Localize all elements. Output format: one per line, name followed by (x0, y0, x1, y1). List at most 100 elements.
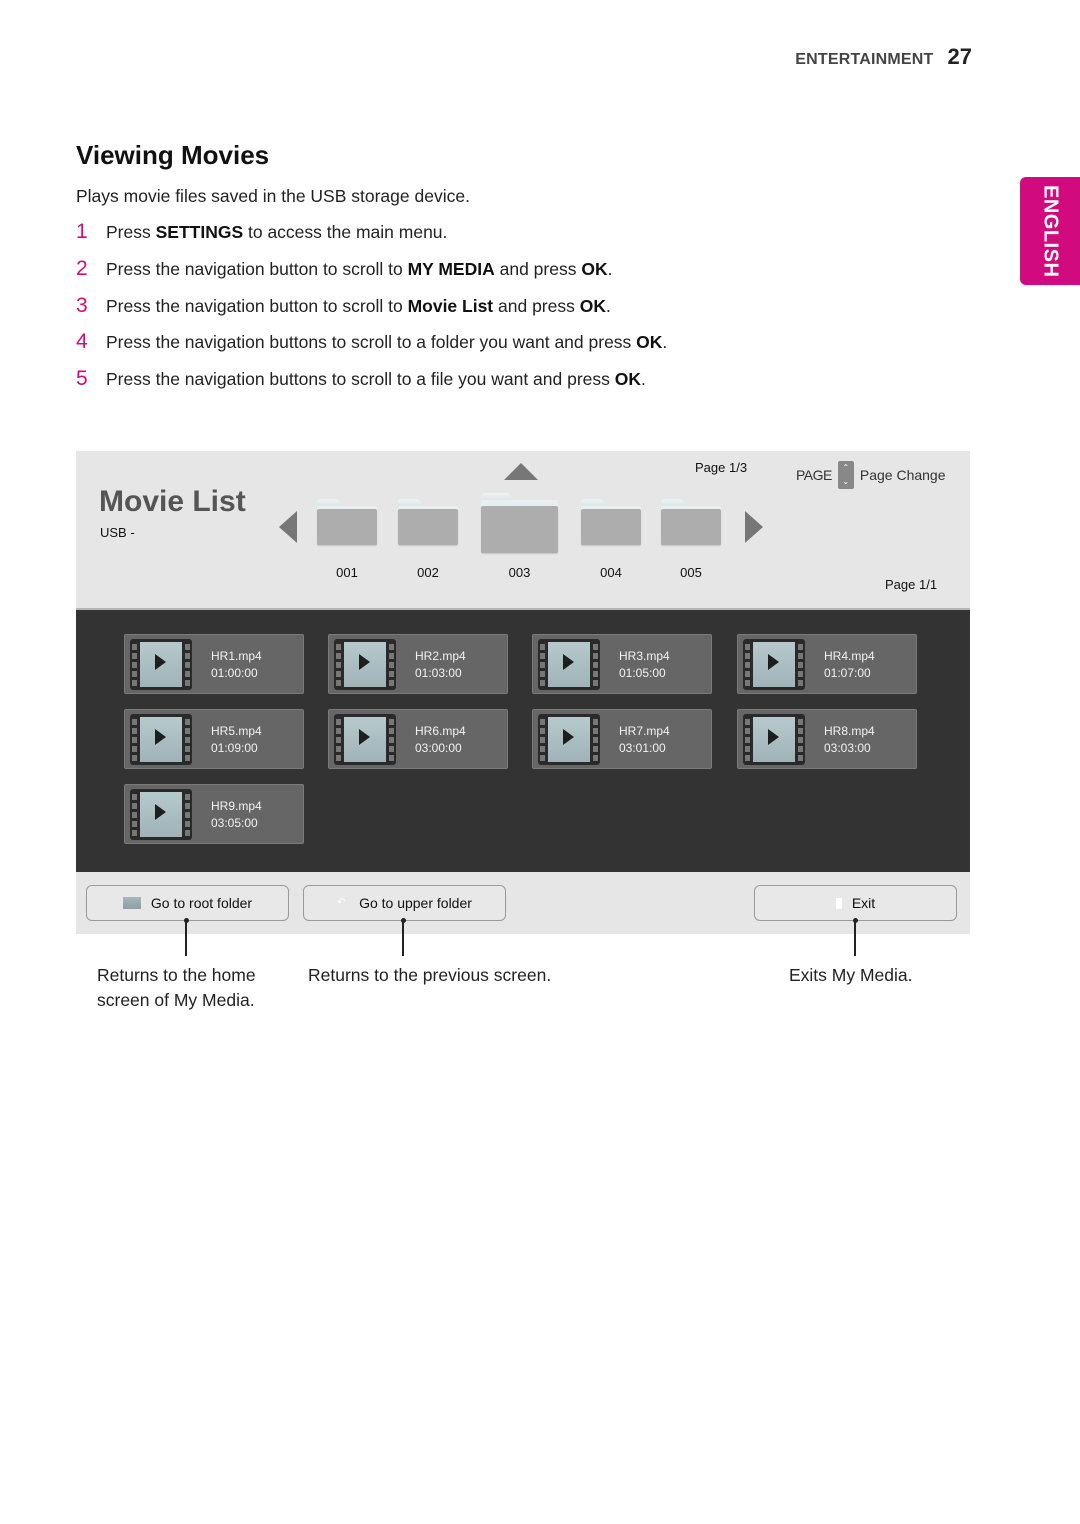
movie-thumbnail-icon (538, 639, 600, 690)
step-item: 1 Press SETTINGS to access the main menu. (76, 220, 667, 257)
callout-line (402, 920, 404, 956)
step-fragment: Press the navigation buttons to scroll t… (106, 369, 615, 390)
step-keyword: OK (636, 332, 663, 353)
movie-thumbnail-icon (743, 714, 805, 765)
file-duration: 03:00:00 (415, 741, 462, 755)
folder-page-indicator: Page 1/3 (695, 460, 748, 475)
file-name: HR1.mp4 (211, 649, 262, 663)
file-item[interactable]: HR9.mp4 03:05:00 (124, 784, 304, 844)
file-name: HR2.mp4 (415, 649, 466, 663)
step-text: Press the navigation button to scroll to… (106, 259, 612, 280)
movie-thumbnail-icon (743, 639, 805, 690)
file-item[interactable]: HR6.mp4 03:00:00 (328, 709, 508, 769)
file-name: HR9.mp4 (211, 799, 262, 813)
step-text: Press the navigation button to scroll to… (106, 296, 611, 317)
page-title: Viewing Movies (76, 140, 270, 170)
movie-thumbnail-icon (130, 714, 192, 765)
folder-label[interactable]: 004 (581, 565, 641, 580)
file-item[interactable]: HR4.mp4 01:07:00 (737, 634, 917, 694)
exit-button[interactable]: Exit (754, 885, 957, 921)
file-item[interactable]: HR5.mp4 01:09:00 (124, 709, 304, 769)
file-duration: 03:05:00 (211, 816, 258, 830)
page-updown-icon: ⌃ ⌄ (837, 461, 854, 489)
folder-icon[interactable] (398, 499, 458, 545)
screen-title: Movie List (99, 485, 246, 518)
step-item: 3 Press the navigation button to scroll t… (76, 294, 667, 331)
folder-label[interactable]: 002 (398, 565, 458, 580)
go-to-root-folder-button[interactable]: Go to root folder (86, 885, 289, 921)
folder-icon[interactable] (581, 499, 641, 545)
play-icon (155, 804, 166, 820)
file-item[interactable]: HR8.mp4 03:03:00 (737, 709, 917, 769)
folder-label[interactable]: 003 (490, 565, 550, 580)
callout-exit: Exits My Media. (789, 965, 913, 985)
file-item[interactable]: HR7.mp4 03:01:00 (532, 709, 712, 769)
step-keyword: Movie List (407, 295, 494, 316)
intro-text: Plays movie files saved in the USB stora… (76, 186, 470, 206)
go-to-root-folder-label: Go to root folder (150, 895, 253, 911)
step-fragment: Press (106, 222, 156, 242)
file-page-indicator: Page 1/1 (885, 577, 938, 592)
step-fragment: . (607, 258, 613, 279)
callout-root-line1: Returns to the home (97, 965, 256, 985)
file-item[interactable]: HR3.mp4 01:05:00 (532, 634, 712, 694)
step-number: 4 (76, 330, 88, 354)
language-tab-label: ENGLISH (1039, 184, 1062, 278)
callout-upper: Returns to the previous screen. (308, 965, 552, 985)
exit-icon (835, 897, 842, 909)
callout-line (854, 920, 856, 956)
arrow-right-icon[interactable] (745, 511, 763, 543)
step-fragment: . (641, 369, 646, 390)
step-keyword: OK (614, 369, 642, 390)
step-item: 5 Press the navigation buttons to scroll … (76, 367, 667, 404)
movie-list-screen: Movie List USB - 001 002 003 004 005 Page 1/… (76, 451, 970, 934)
section-name: ENTERTAINMENT (795, 51, 934, 68)
file-name: HR7.mp4 (619, 724, 670, 738)
step-keyword: SETTINGS (155, 222, 244, 242)
file-item[interactable]: HR2.mp4 01:03:00 (328, 634, 508, 694)
folder-icon[interactable] (661, 499, 721, 545)
arrow-left-icon[interactable] (279, 511, 297, 543)
file-duration: 01:09:00 (211, 741, 258, 755)
file-duration: 03:03:00 (824, 741, 871, 755)
page-number: 27 (947, 44, 972, 69)
step-keyword: MY MEDIA (407, 258, 495, 279)
step-fragment: and press (494, 258, 582, 279)
movie-thumbnail-icon (334, 714, 396, 765)
play-icon (359, 654, 370, 670)
file-duration: 03:01:00 (619, 741, 666, 755)
step-number: 2 (76, 256, 88, 280)
file-duration: 01:03:00 (415, 666, 462, 680)
folder-label[interactable]: 001 (317, 565, 377, 580)
folder-icon[interactable] (481, 493, 558, 553)
play-icon (563, 654, 574, 670)
step-item: 2 Press the navigation button to scroll t… (76, 257, 667, 294)
folder-panel: Movie List USB - 001 002 003 004 005 Page 1/… (76, 451, 970, 609)
folder-label[interactable]: 005 (661, 565, 721, 580)
play-icon (359, 729, 370, 745)
page-change-label: Page Change (859, 467, 946, 483)
play-icon (768, 654, 779, 670)
arrow-up-icon[interactable] (504, 463, 538, 480)
file-duration: 01:07:00 (824, 666, 871, 680)
file-name: HR4.mp4 (824, 649, 875, 663)
bottom-bar: Go to root folder ↶ Go to upper folder E… (76, 872, 970, 934)
step-fragment: Press the navigation button to scroll to (106, 295, 408, 316)
page-change-hint: PAGE ⌃ ⌄ Page Change (796, 461, 946, 489)
callout-line (185, 920, 187, 956)
page-key-label: PAGE (796, 467, 832, 483)
step-fragment: Press the navigation button to scroll to (106, 258, 408, 279)
file-name: HR3.mp4 (619, 649, 670, 663)
movie-thumbnail-icon (538, 714, 600, 765)
file-name: HR8.mp4 (824, 724, 875, 738)
folder-icon[interactable] (317, 499, 377, 545)
movie-thumbnail-icon (130, 639, 192, 690)
go-to-upper-folder-button[interactable]: ↶ Go to upper folder (303, 885, 506, 921)
play-icon (768, 729, 779, 745)
step-text: Press the navigation buttons to scroll t… (106, 369, 646, 390)
file-name: HR6.mp4 (415, 724, 466, 738)
language-tab: ENGLISH (1020, 177, 1080, 285)
file-item[interactable]: HR1.mp4 01:00:00 (124, 634, 304, 694)
source-label: USB - (100, 525, 135, 540)
file-duration: 01:05:00 (619, 666, 666, 680)
